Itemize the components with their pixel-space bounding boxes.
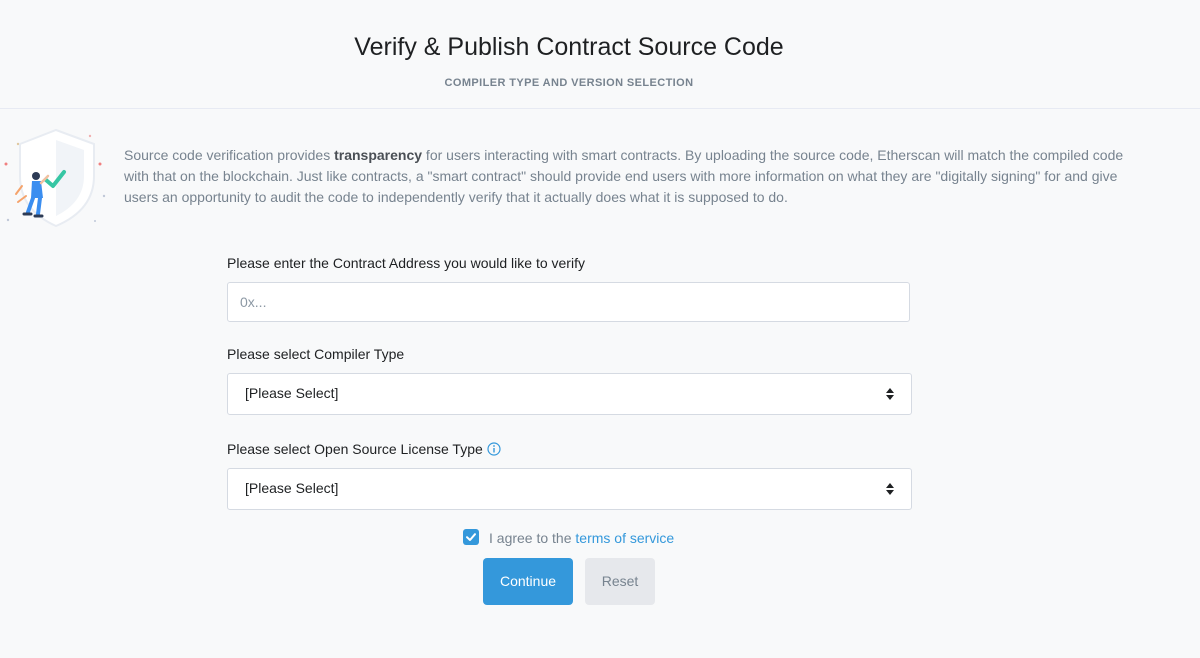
license-label: Please select Open Source License Type [227,441,501,457]
terms-text: I agree to the terms of service [489,530,675,546]
compiler-label: Please select Compiler Type [227,346,405,362]
sort-caret-icon [886,388,894,400]
address-label: Please enter the Contract Address you wo… [227,255,585,271]
contract-address-input[interactable] [227,282,910,322]
intro-bold: transparency [334,147,423,163]
reset-button[interactable]: Reset [585,558,655,605]
continue-button[interactable]: Continue [483,558,573,605]
info-icon[interactable] [487,442,501,456]
intro-text: Source code verification provides transp… [124,147,1124,205]
page-header: Verify & Publish Contract Source Code CO… [0,0,1200,109]
compiler-type-select[interactable]: [Please Select] [227,373,912,415]
terms-checkbox[interactable] [463,529,479,545]
license-type-value: [Please Select] [245,480,339,496]
shield-illustration [4,128,106,228]
compiler-type-value: [Please Select] [245,385,339,401]
page-title: Verify & Publish Contract Source Code [354,33,784,61]
license-type-select[interactable]: [Please Select] [227,468,912,510]
terms-of-service-link[interactable]: terms of service [575,530,674,546]
checkmark-icon [466,533,476,541]
page-subtitle: COMPILER TYPE AND VERSION SELECTION [444,77,694,89]
sort-caret-icon [886,483,894,495]
